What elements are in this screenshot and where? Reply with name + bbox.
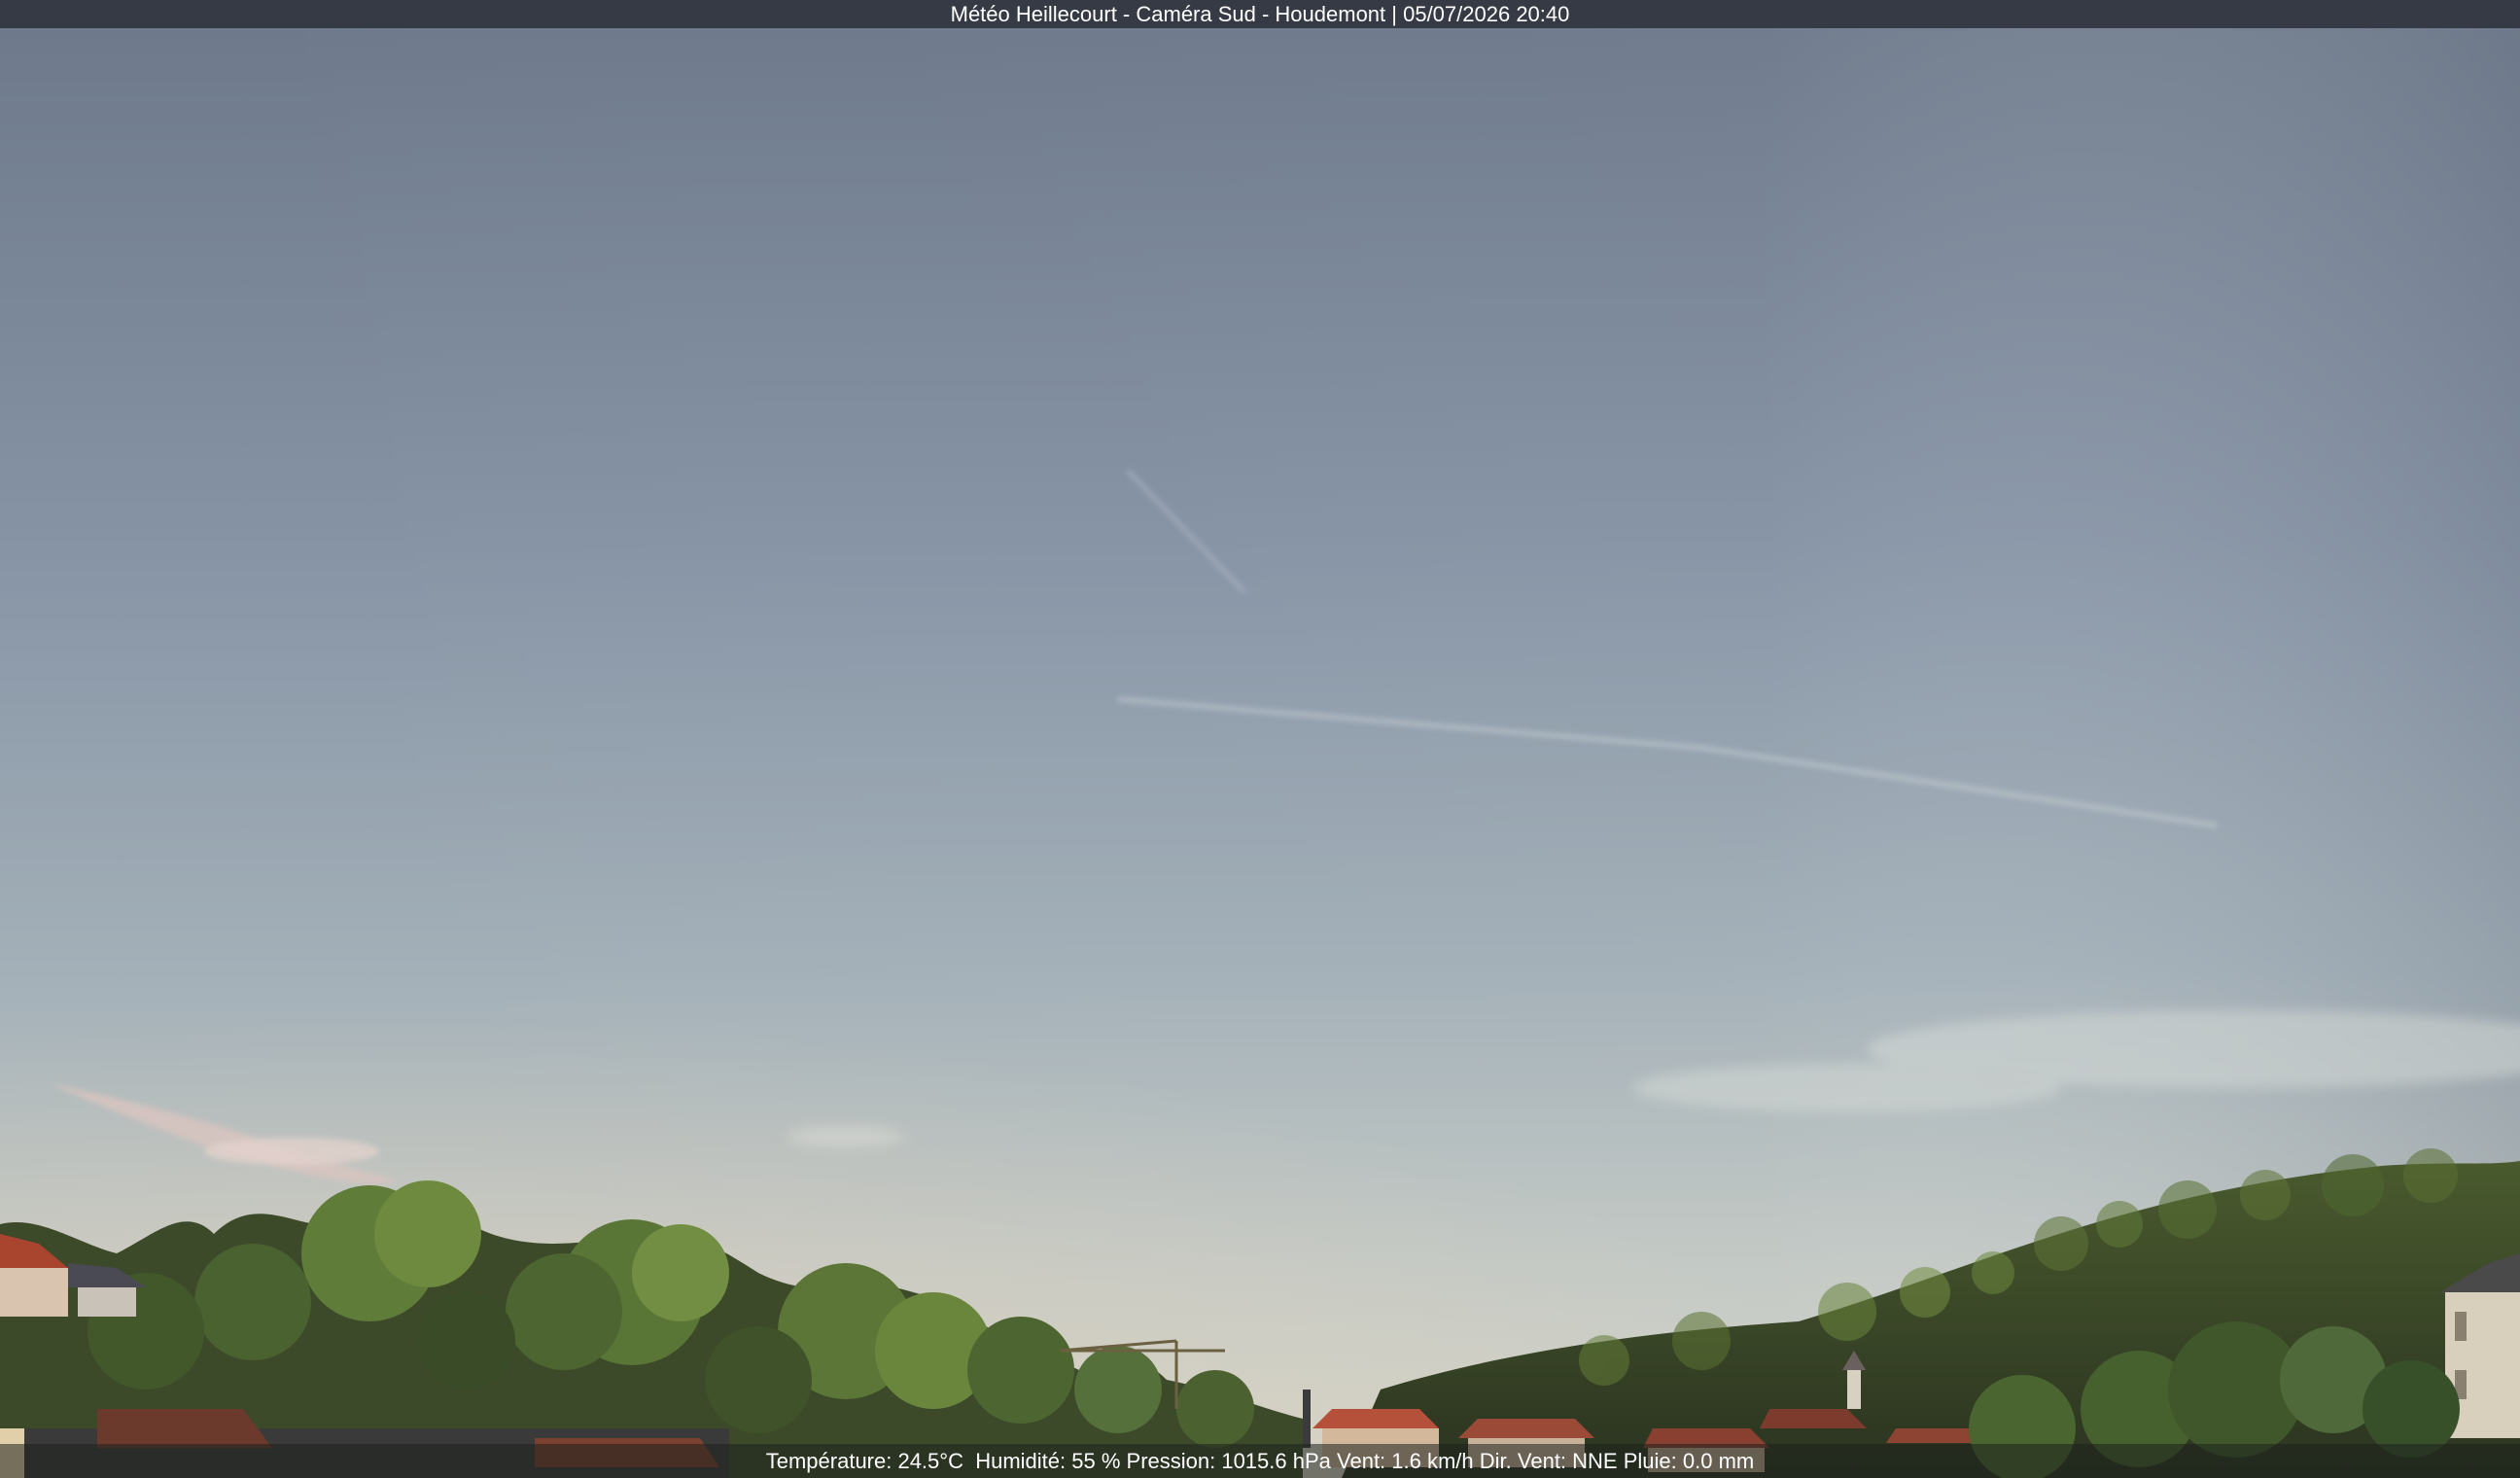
landscape-scene — [0, 28, 2520, 1478]
wind-speed-readout: Vent: 1.6 km/h — [1337, 1449, 1474, 1473]
weather-status-bar: Température: 24.5°C Humidité: 55 % Press… — [0, 1444, 2520, 1478]
camera-title-bar: Météo Heillecourt - Caméra Sud - Houdemo… — [0, 0, 2520, 28]
camera-title: Météo Heillecourt - Caméra Sud - Houdemo… — [950, 2, 1570, 26]
temperature-readout: Température: 24.5°C — [765, 1449, 963, 1473]
pressure-readout: Pression: 1015.6 hPa — [1126, 1449, 1331, 1473]
humidity-readout: Humidité: 55 % — [975, 1449, 1121, 1473]
webcam-image — [0, 28, 2520, 1478]
wind-direction-readout: Dir. Vent: NNE — [1479, 1449, 1618, 1473]
webcam-frame: Météo Heillecourt - Caméra Sud - Houdemo… — [0, 0, 2520, 1478]
rain-readout: Pluie: 0.0 mm — [1623, 1449, 1755, 1473]
